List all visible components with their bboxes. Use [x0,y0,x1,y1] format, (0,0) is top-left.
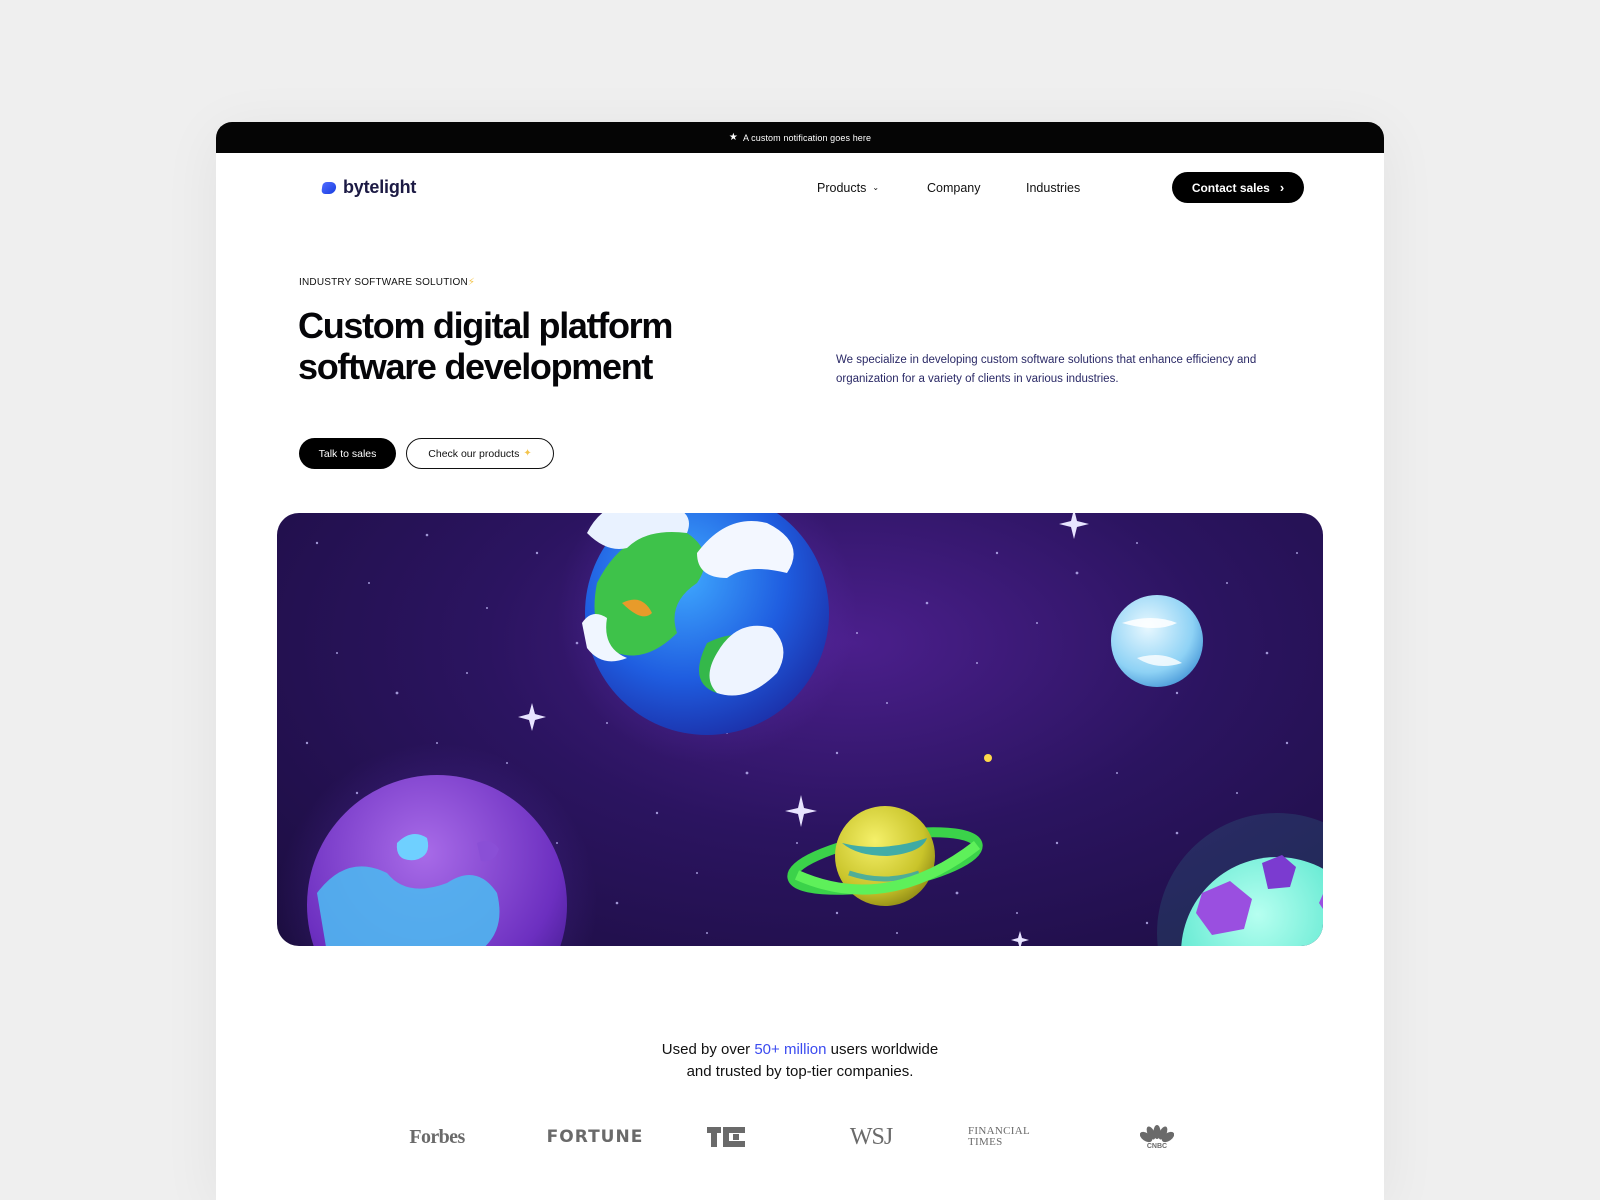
nav-item-company[interactable]: Company [927,181,1026,195]
star-icon: ★ [728,132,738,143]
contact-sales-label: Contact sales [1191,180,1270,195]
ft-line-2: TIMES [968,1136,1003,1148]
cnbc-label: CNBC [1146,1142,1168,1150]
logo-mark-icon [321,181,337,194]
sparkle-icon: ⚡ [467,277,476,288]
chevron-right-icon: › [1279,180,1285,195]
notification-bar: ★ A custom notification goes here [216,122,1384,153]
title-line-1: Custom digital platform [298,305,673,346]
nav-item-label: Industries [1026,181,1081,195]
fortune-logo: FORTUNE [546,1127,644,1147]
trust-suffix: users worldwide [830,1041,939,1058]
techcrunch-icon [707,1127,745,1147]
notification-text: A custom notification goes here [742,132,872,143]
nav-item-industries[interactable]: Industries [1026,181,1080,195]
wsj-logo: WSJ [849,1123,893,1150]
brand-logo[interactable]: bytelight [321,177,417,198]
trust-line-2: and trusted by top-tier companies. [686,1063,914,1080]
ice-planet [1111,595,1203,687]
eyebrow-text: INDUSTRY SOFTWARE SOLUTION [299,277,468,288]
peacock-icon [1140,1124,1174,1142]
browser-frame: ★ A custom notification goes here byteli… [216,122,1384,1200]
page-title: Custom digital platform software develop… [298,305,738,387]
talk-to-sales-button[interactable]: Talk to sales [299,438,396,469]
brand-name: bytelight [343,177,417,197]
trust-statement: Used by over 50+ million users worldwide… [216,1039,1384,1083]
nav-item-label: Products [817,181,867,195]
hero-illustration [277,513,1323,946]
cnbc-logo: CNBC [1132,1120,1182,1154]
title-line-2: software development [298,346,653,387]
check-products-button[interactable]: Check our products ✦ [406,438,554,469]
financial-times-logo: FINANCIAL TIMES [968,1120,1058,1154]
sparkle-icon: ✦ [523,448,532,459]
hero-description: We specialize in developing custom softw… [836,354,1257,385]
talk-to-sales-label: Talk to sales [318,447,377,460]
contact-sales-button[interactable]: Contact sales › [1172,172,1304,203]
trust-prefix: Used by over [661,1041,751,1058]
nav-item-products[interactable]: Products ⌄ [817,181,927,195]
top-nav: bytelight Products ⌄ Company Industries … [216,153,1384,223]
nav-item-label: Company [927,181,981,195]
hero-eyebrow: INDUSTRY SOFTWARE SOLUTION⚡ [299,277,475,288]
ringed-planet [787,806,983,906]
main-menu: Products ⌄ Company Industries [817,181,1080,195]
space-illustration [277,513,1323,946]
chevron-down-icon: ⌄ [872,182,880,192]
techcrunch-logo [696,1120,756,1154]
forbes-logo: Forbes [409,1125,465,1148]
trust-highlight: 50+ million [754,1041,827,1058]
check-products-label: Check our products [428,447,520,460]
trust-line-1: Used by over 50+ million users worldwide [216,1039,1384,1061]
